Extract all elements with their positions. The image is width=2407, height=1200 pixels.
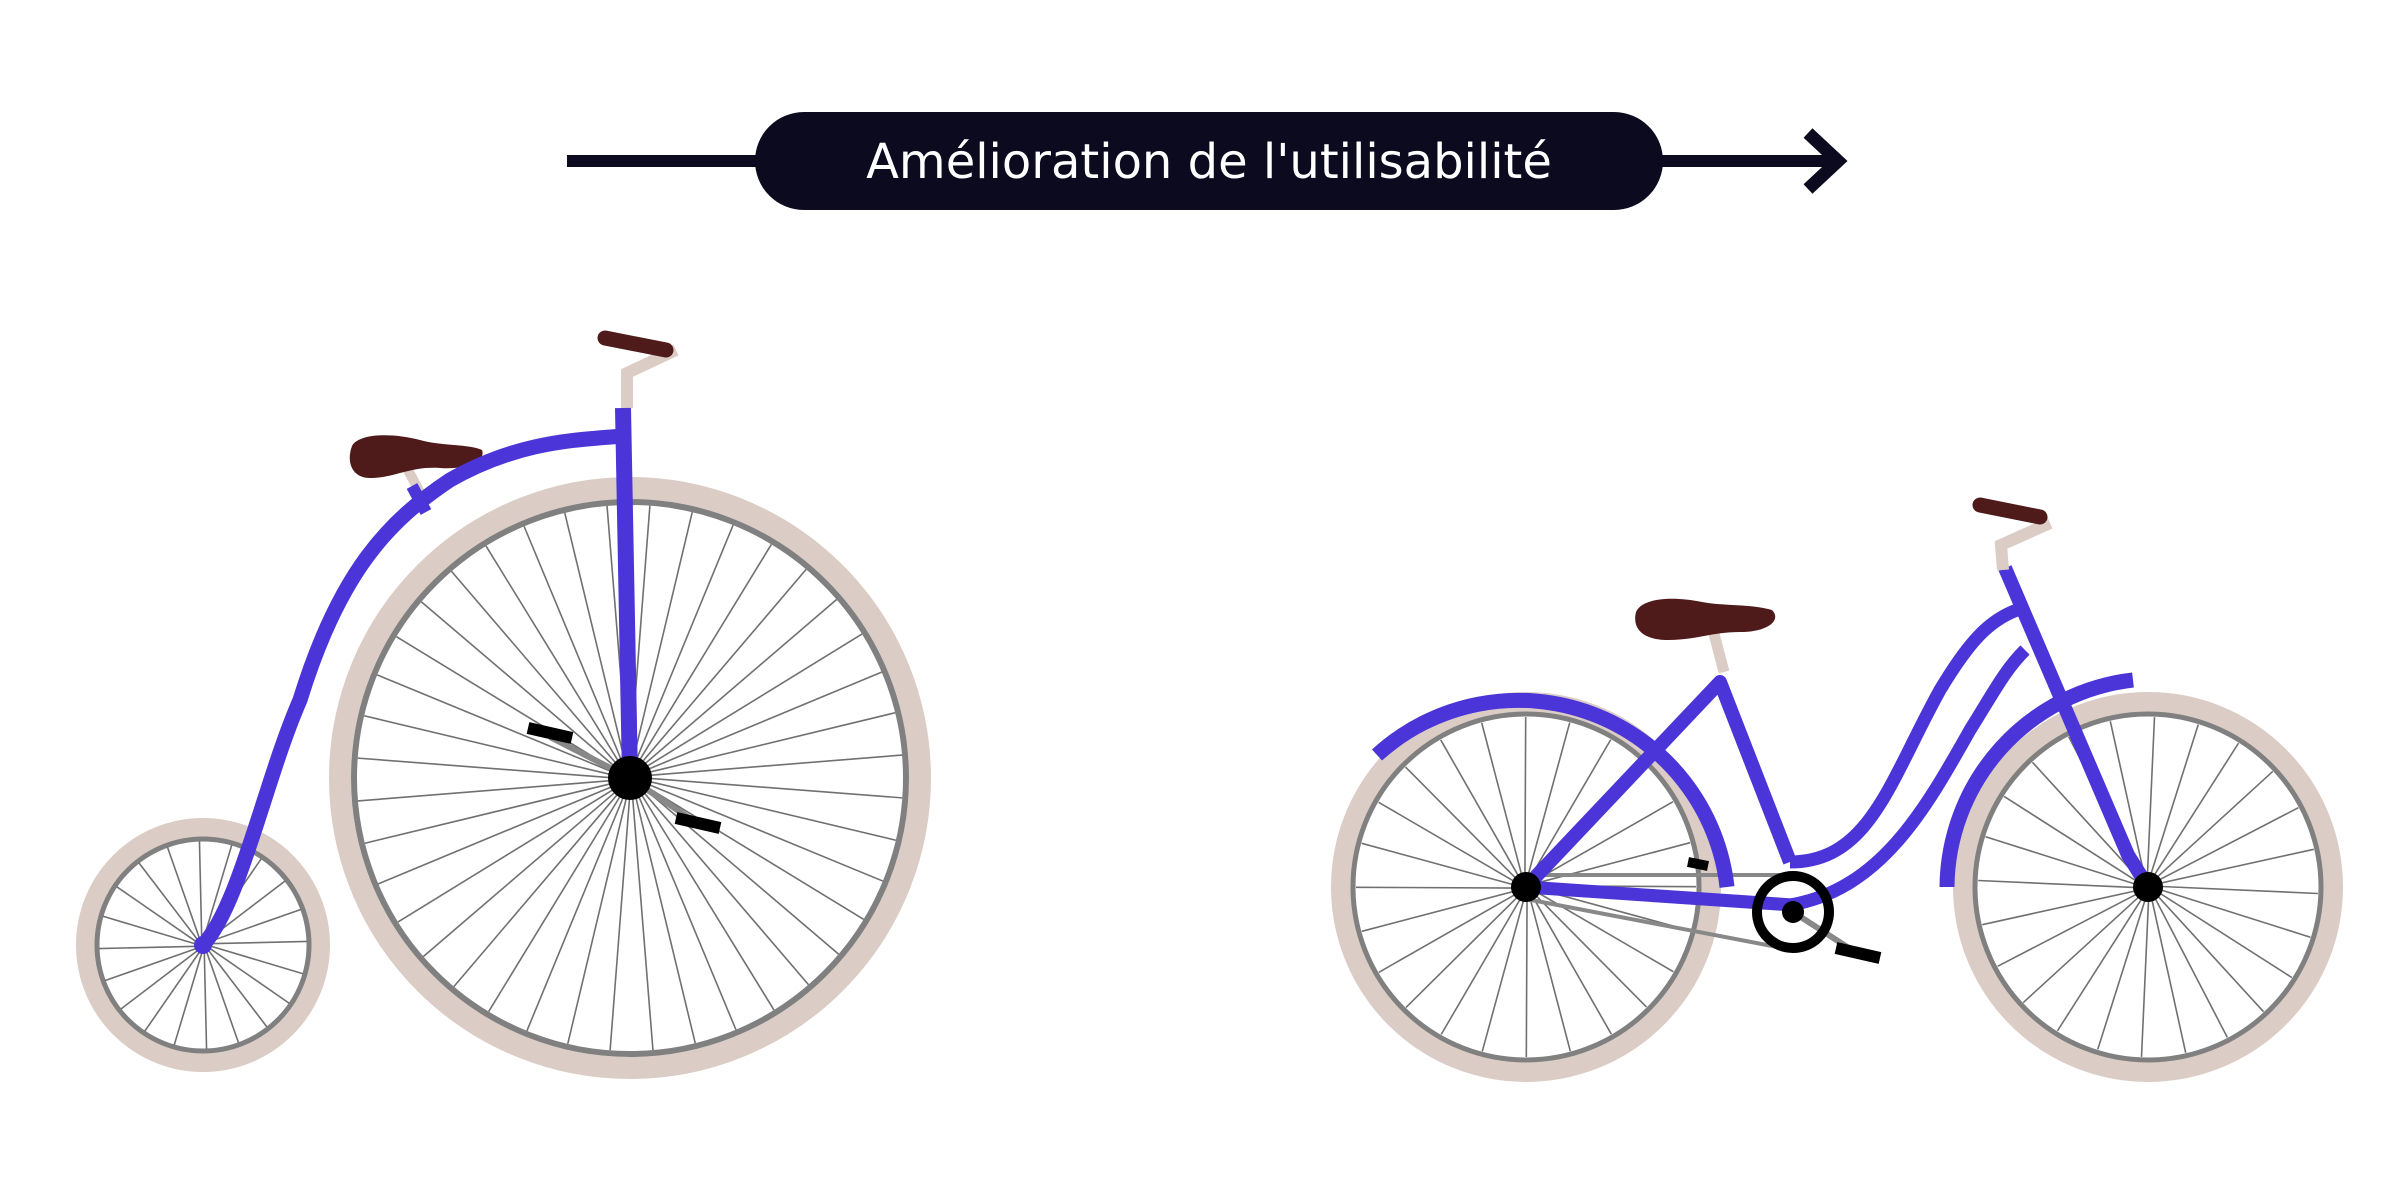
spoke bbox=[1525, 892, 1528, 1058]
spoke bbox=[634, 781, 810, 986]
spoke bbox=[2140, 892, 2150, 1057]
spoke bbox=[1440, 739, 1523, 883]
spoke bbox=[2153, 886, 2311, 939]
spoke bbox=[144, 950, 202, 1032]
spoke bbox=[2151, 770, 2274, 883]
spoke bbox=[2152, 890, 2265, 1013]
spoke bbox=[208, 940, 307, 945]
spoke bbox=[630, 524, 734, 773]
spoke bbox=[1480, 722, 1525, 882]
spoke bbox=[2022, 891, 2145, 1004]
seatpost bbox=[1707, 628, 1730, 674]
spoke bbox=[631, 544, 773, 773]
spoke bbox=[1355, 886, 1521, 889]
spoke bbox=[1527, 892, 1572, 1052]
spoke bbox=[2147, 724, 2200, 882]
handlebar-grip bbox=[1972, 497, 2048, 525]
spoke bbox=[633, 598, 838, 774]
spoke bbox=[420, 601, 626, 776]
spoke bbox=[116, 886, 198, 944]
spoke bbox=[198, 841, 203, 940]
spoke bbox=[2149, 742, 2240, 882]
spoke bbox=[422, 782, 627, 958]
spoke bbox=[450, 570, 626, 775]
spoke bbox=[376, 674, 625, 778]
spoke bbox=[1481, 892, 1527, 1052]
handlebar-stem bbox=[1994, 517, 2053, 571]
header-arrow: Amélioration de l'utilisabilité bbox=[567, 112, 1848, 210]
spoke bbox=[1405, 766, 1522, 885]
spoke bbox=[2149, 892, 2187, 1053]
frame-chainstay bbox=[1525, 880, 1794, 912]
spoke bbox=[1530, 889, 1647, 1008]
spoke bbox=[2096, 892, 2149, 1050]
spoke bbox=[526, 783, 630, 1032]
modern-bicycle bbox=[1331, 497, 2343, 1082]
spoke bbox=[203, 950, 208, 1049]
penny-farthing bbox=[76, 330, 931, 1079]
spoke bbox=[453, 782, 628, 988]
spoke bbox=[2153, 885, 2318, 895]
spoke bbox=[2153, 888, 2293, 979]
spoke bbox=[99, 945, 198, 950]
crank-hub bbox=[1782, 901, 1804, 923]
frame-fork bbox=[615, 407, 638, 779]
spoke bbox=[487, 783, 629, 1012]
pedal bbox=[1834, 942, 1882, 964]
spoke bbox=[1361, 842, 1521, 888]
big-wheel-hub bbox=[608, 756, 652, 800]
spoke bbox=[634, 780, 840, 955]
small-wheel-hub bbox=[194, 936, 212, 954]
spoke bbox=[2153, 848, 2314, 886]
spoke bbox=[1378, 890, 1522, 973]
spoke bbox=[1997, 889, 2144, 968]
spoke bbox=[633, 782, 775, 1011]
spoke bbox=[1524, 716, 1527, 882]
spoke bbox=[397, 781, 626, 923]
spoke bbox=[1978, 879, 2143, 889]
spoke bbox=[1361, 888, 1521, 933]
saddle bbox=[1635, 598, 1776, 640]
handlebar-grip bbox=[597, 330, 674, 358]
header-label: Amélioration de l'utilisabilité bbox=[866, 134, 1552, 190]
spoke bbox=[208, 946, 290, 1004]
spoke bbox=[1405, 891, 1524, 1008]
pedal bbox=[1687, 857, 1709, 871]
spoke bbox=[2146, 717, 2156, 882]
spoke bbox=[635, 779, 864, 921]
spoke bbox=[632, 568, 807, 774]
spoke bbox=[635, 778, 884, 882]
usability-diagram: Amélioration de l'utilisabilité bbox=[76, 112, 2343, 1082]
handlebar-stem bbox=[621, 344, 679, 408]
pedal bbox=[526, 722, 574, 744]
spoke bbox=[2056, 892, 2147, 1032]
spoke bbox=[2150, 891, 2229, 1038]
spoke bbox=[634, 633, 863, 775]
rear-wheel-hub bbox=[1511, 872, 1541, 902]
front-wheel-hub bbox=[2133, 872, 2163, 902]
pedal bbox=[674, 812, 722, 834]
spoke bbox=[2152, 806, 2299, 885]
spoke bbox=[1982, 888, 2143, 926]
